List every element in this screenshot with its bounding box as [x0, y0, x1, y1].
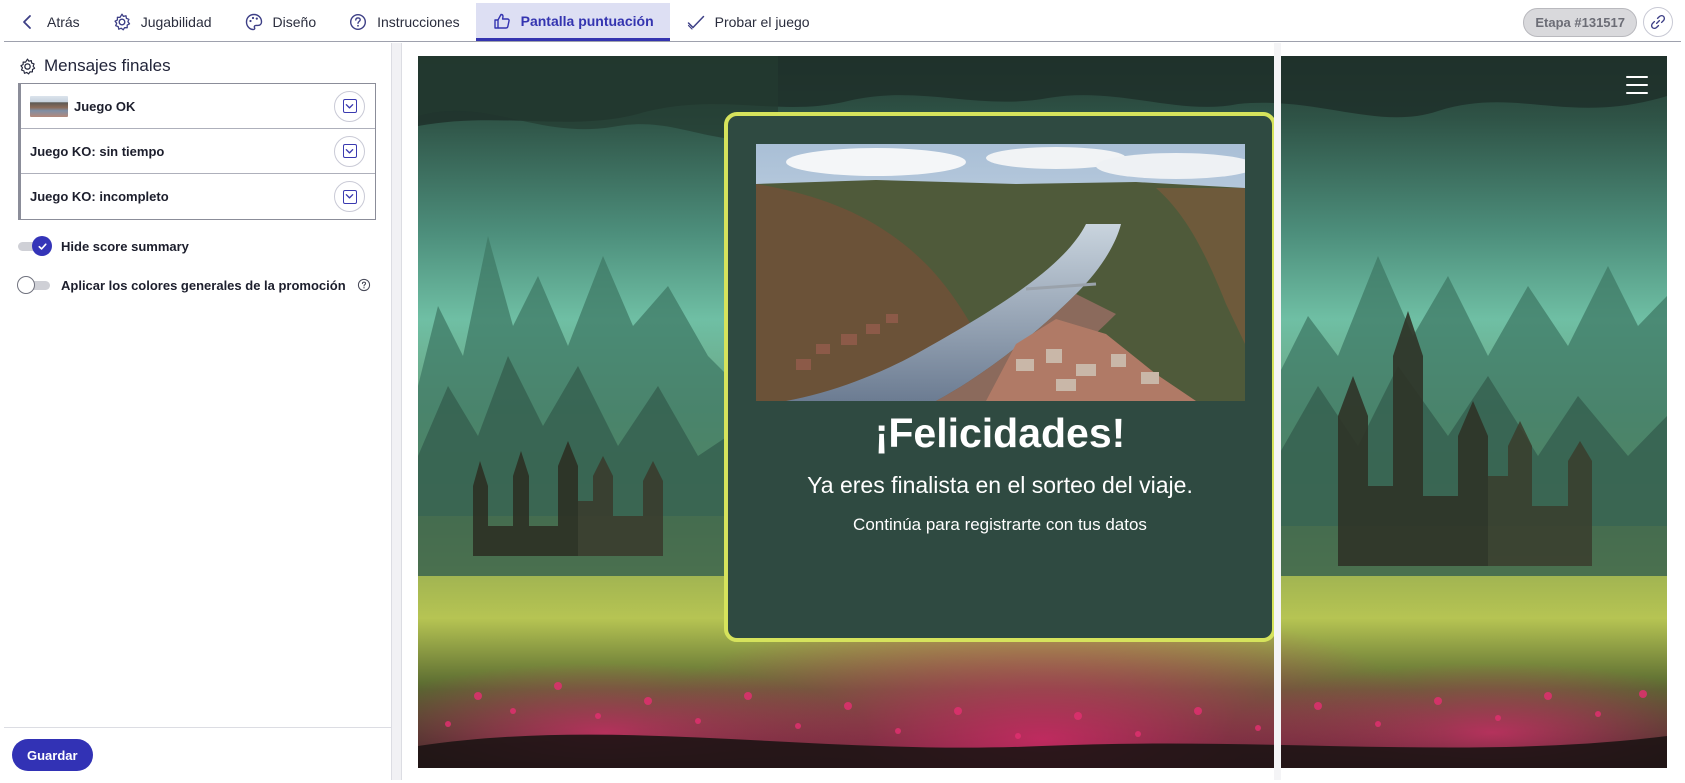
stage-badge: Etapa #131517 — [1523, 7, 1637, 37]
final-messages-list: Juego OK Juego KO: sin tiempo Juego KO: … — [18, 83, 376, 220]
palette-icon — [245, 13, 262, 31]
result-submessage: Continúa para registrarte con tus datos — [853, 515, 1147, 534]
list-item-juego-ko-incompleto[interactable]: Juego KO: incompleto — [21, 174, 375, 219]
tab-instrucciones-label: Instrucciones — [377, 14, 460, 30]
gear-icon — [20, 58, 36, 74]
save-button[interactable]: Guardar — [12, 739, 93, 771]
tab-pantalla-puntuacion-label: Pantalla puntuación — [520, 12, 654, 29]
back-label: Atrás — [47, 14, 80, 30]
result-card: ¡Felicidades! Ya eres finalista en el so… — [724, 112, 1276, 642]
result-image — [756, 144, 1245, 401]
hide-score-summary-option: Hide score summary — [18, 236, 189, 256]
message-label: Juego KO: incompleto — [30, 189, 169, 204]
apply-general-colors-toggle[interactable] — [17, 276, 52, 294]
list-item-juego-ko-sin-tiempo[interactable]: Juego KO: sin tiempo — [21, 129, 375, 174]
expand-button[interactable] — [334, 181, 365, 212]
check-icon — [37, 242, 47, 250]
tab-pantalla-puntuacion[interactable]: Pantalla puntuación — [475, 3, 670, 41]
result-title: ¡Felicidades! — [874, 410, 1126, 456]
result-message: Ya eres finalista en el sorteo del viaje… — [807, 472, 1193, 498]
chevron-down-icon — [342, 99, 357, 113]
apply-general-colors-option: Aplicar los colores generales de la prom… — [17, 276, 371, 294]
message-thumbnail — [30, 95, 68, 117]
expand-button[interactable] — [334, 90, 365, 122]
chevron-down-icon — [342, 189, 357, 204]
settings-panel: Mensajes finales Juego OK Juego KO: sin … — [4, 43, 392, 780]
panel-scrollbar[interactable] — [391, 43, 402, 780]
back-button[interactable]: Atrás — [4, 3, 96, 41]
help-circle-icon[interactable] — [357, 278, 371, 292]
tab-jugabilidad[interactable]: Jugabilidad — [96, 3, 228, 41]
list-item-juego-ok[interactable]: Juego OK — [21, 84, 375, 129]
help-circle-icon — [350, 13, 367, 31]
tab-diseno-label: Diseño — [272, 14, 317, 30]
menu-icon[interactable] — [1626, 74, 1648, 96]
gear-icon — [114, 13, 130, 31]
preview-area: ¡Felicidades! Ya eres finalista en el so… — [402, 43, 1681, 780]
thumbs-up-icon — [493, 13, 510, 29]
apply-general-colors-label: Aplicar los colores generales de la prom… — [61, 277, 346, 293]
preview-scrollbar[interactable] — [1274, 43, 1281, 780]
copy-link-button[interactable] — [1643, 7, 1673, 37]
tab-diseno[interactable]: Diseño — [228, 3, 333, 41]
tab-probar-el-juego[interactable]: Probar el juego — [670, 3, 826, 41]
hide-score-summary-toggle[interactable] — [18, 236, 52, 256]
tab-jugabilidad-label: Jugabilidad — [140, 14, 212, 30]
top-navigation: Atrás Jugabilidad Diseño Instrucciones P… — [4, 3, 1681, 42]
panel-footer: Guardar — [4, 727, 392, 780]
message-label: Juego KO: sin tiempo — [30, 143, 165, 159]
tab-probar-el-juego-label: Probar el juego — [714, 14, 810, 30]
chevron-left-icon — [23, 15, 31, 29]
link-icon — [1650, 14, 1666, 30]
expand-button[interactable] — [334, 135, 365, 167]
message-label: Juego OK — [74, 98, 136, 114]
check-icon — [687, 15, 704, 30]
game-preview: ¡Felicidades! Ya eres finalista en el so… — [418, 56, 1667, 768]
hide-score-summary-label: Hide score summary — [61, 238, 189, 254]
section-title: Mensajes finales — [44, 56, 171, 75]
tab-instrucciones[interactable]: Instrucciones — [332, 3, 475, 41]
chevron-down-icon — [342, 144, 357, 158]
section-header: Mensajes finales — [18, 56, 171, 76]
